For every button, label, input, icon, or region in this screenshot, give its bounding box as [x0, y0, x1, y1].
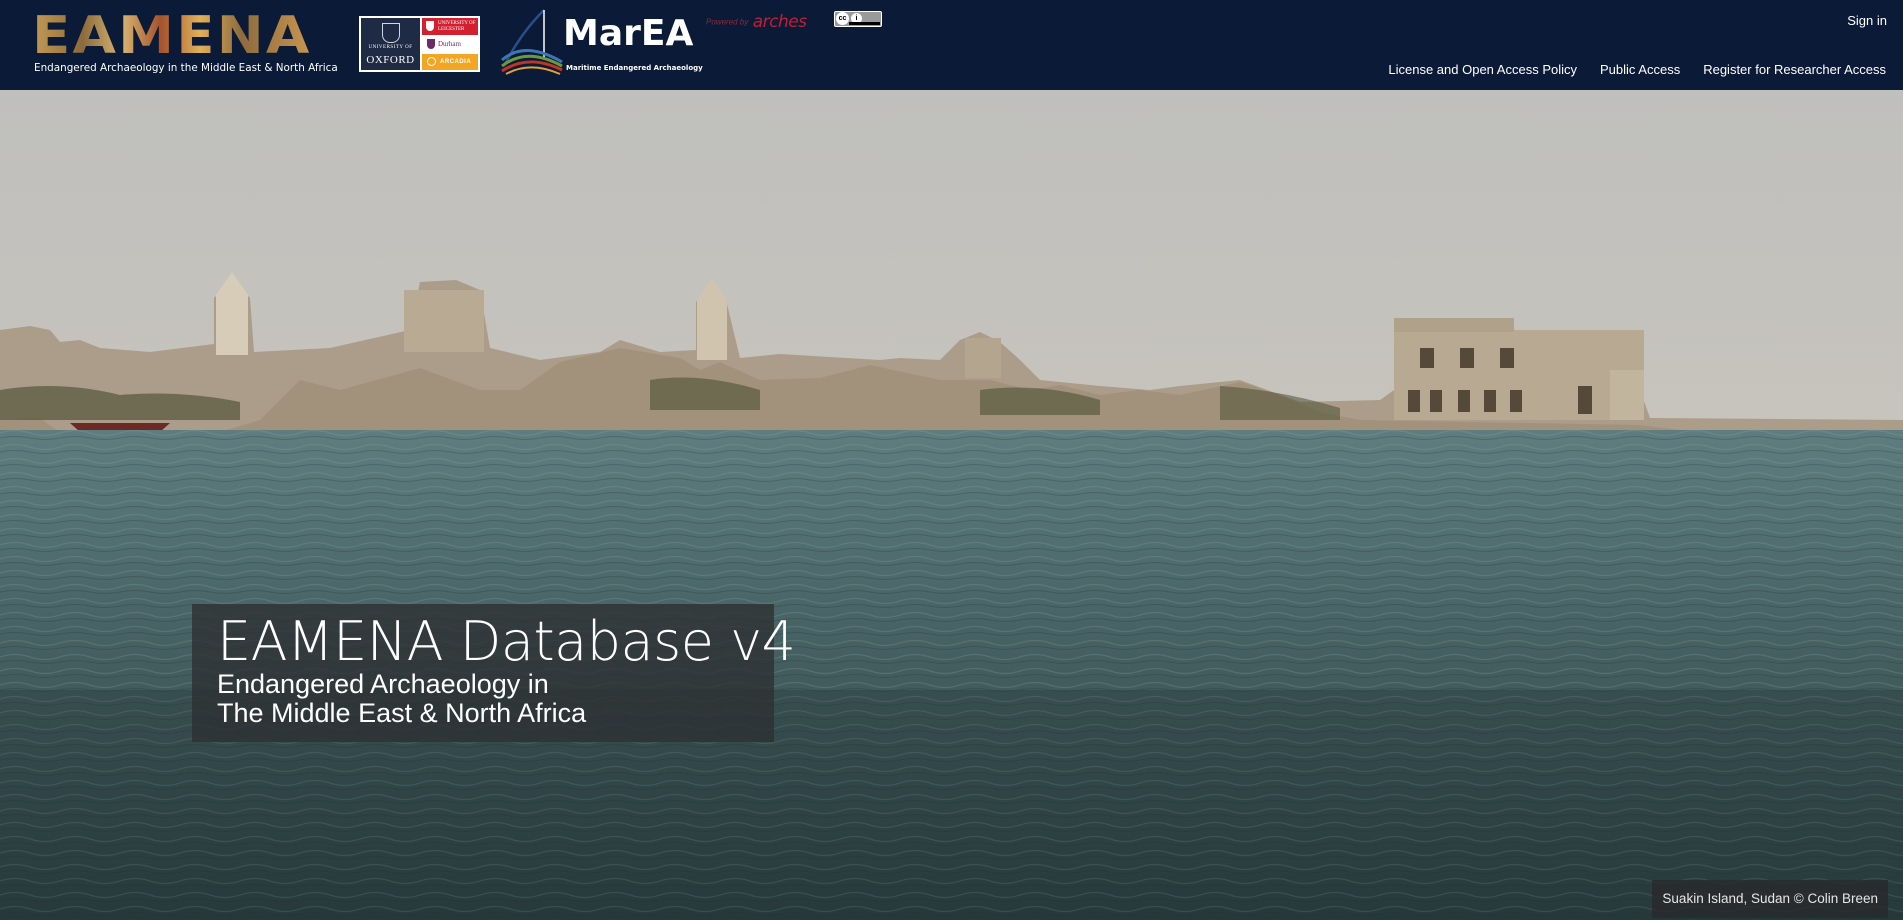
- sign-in-link[interactable]: Sign in: [1847, 13, 1887, 28]
- eamena-logo-word: EAMENA: [32, 6, 312, 66]
- license-badge-strip: [849, 22, 880, 25]
- top-navigation-bar: EAMENA Endangered Archaeology in the Mid…: [0, 0, 1903, 90]
- leicester-logo-text: UNIVERSITY OF LEICESTER: [438, 21, 476, 32]
- powered-by-arches-link[interactable]: Powered by arches: [706, 12, 807, 32]
- arcadia-logo: ARCADIA: [422, 54, 478, 70]
- header-nav: License and Open Access Policy Public Ac…: [1388, 62, 1886, 77]
- leicester-shield-icon: [426, 21, 434, 31]
- marea-logo[interactable]: MarEA Maritime Endangered Archaeology: [500, 8, 703, 76]
- arcadia-circle-icon: [427, 57, 436, 66]
- eamena-logo-tagline: Endangered Archaeology in the Middle Eas…: [34, 62, 338, 74]
- hero-subtitle-line2: The Middle East & North Africa: [217, 698, 587, 728]
- oxford-logo: UNIVERSITY OF OXFORD: [361, 18, 420, 70]
- durham-logo-text: Durham: [438, 40, 461, 48]
- cc-icon: cc: [836, 12, 849, 25]
- durham-shield-icon: [427, 39, 435, 49]
- marea-logo-word: MarEA: [563, 13, 694, 54]
- oxford-logo-line2: OXFORD: [366, 54, 415, 66]
- hero-banner: EAMENA Database v4 Endangered Archaeolog…: [0, 90, 1903, 920]
- hero-title: EAMENA Database v4: [217, 610, 796, 673]
- hero-subtitle-line1: Endangered Archaeology in: [217, 669, 549, 699]
- durham-logo: Durham: [422, 37, 478, 52]
- leicester-logo: UNIVERSITY OF LEICESTER: [422, 18, 478, 35]
- oxford-crest-icon: [382, 23, 400, 43]
- photo-credit: Suakin Island, Sudan © Colin Breen: [1652, 880, 1888, 918]
- hero-background-photo: [0, 90, 1903, 920]
- oxford-logo-line1: UNIVERSITY OF: [368, 45, 413, 50]
- creative-commons-license-badge[interactable]: cc i: [834, 11, 882, 27]
- marea-wave-icon: [501, 9, 563, 75]
- nav-register-researcher-link[interactable]: Register for Researcher Access: [1703, 62, 1886, 77]
- partner-logos: UNIVERSITY OF OXFORD UNIVERSITY OF LEICE…: [359, 16, 480, 72]
- arcadia-logo-text: ARCADIA: [440, 59, 472, 65]
- marea-logo-tagline: Maritime Endangered Archaeology: [566, 64, 703, 72]
- hero-title-panel: EAMENA Database v4 Endangered Archaeolog…: [192, 604, 796, 742]
- arches-logo: arches: [752, 12, 807, 32]
- eamena-logo[interactable]: EAMENA Endangered Archaeology in the Mid…: [32, 6, 350, 76]
- powered-by-label: Powered by: [706, 17, 749, 27]
- nav-license-policy-link[interactable]: License and Open Access Policy: [1388, 62, 1577, 77]
- nav-public-access-link[interactable]: Public Access: [1600, 62, 1680, 77]
